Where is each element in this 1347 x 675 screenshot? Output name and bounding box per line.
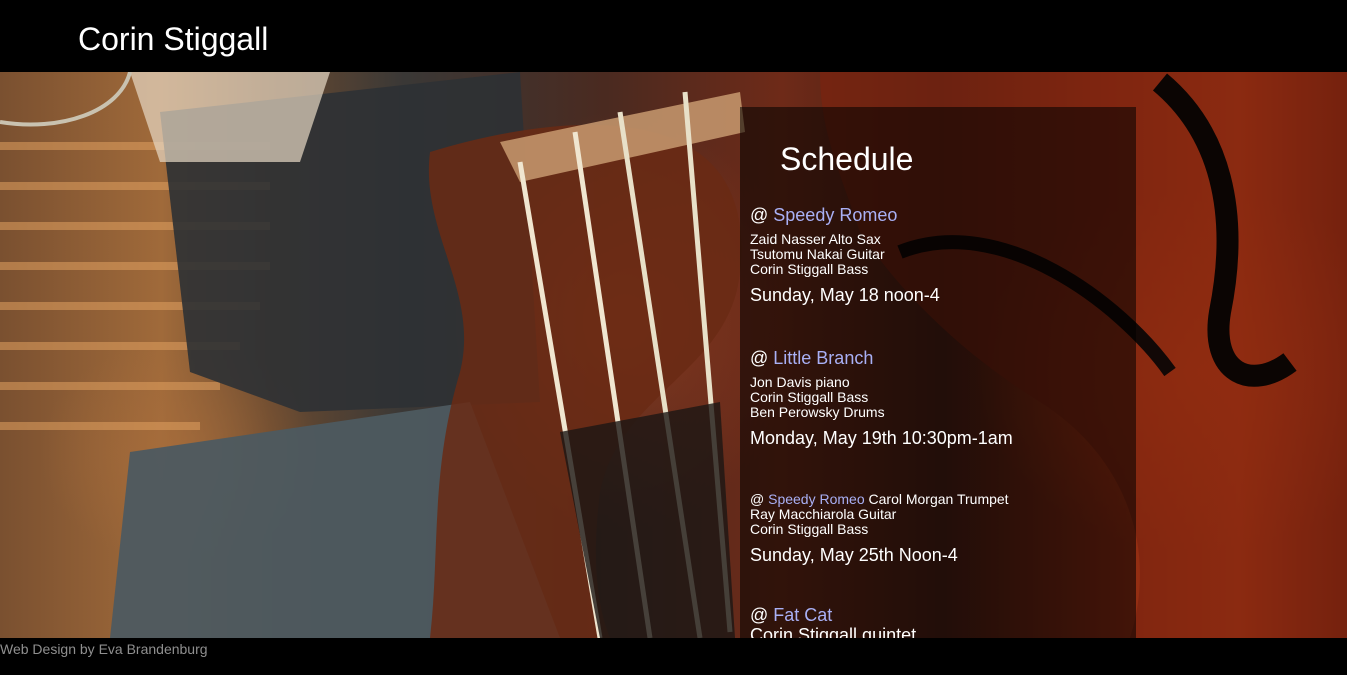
gig-date: Sunday, May 25th Noon-4	[750, 545, 958, 565]
bass-illustration	[0, 72, 1347, 638]
at-sign: @	[750, 491, 769, 507]
lineup-player: Ray Macchiarola Guitar	[750, 506, 897, 522]
gig-date: Sunday, May 18 noon-4	[750, 285, 940, 305]
venue-link[interactable]: Little Branch	[773, 348, 873, 368]
hero-photo-double-bass	[0, 72, 1347, 638]
gig-item: @ Speedy Romeo Carol Morgan Trumpet Ray …	[750, 492, 1130, 566]
lineup-player: Corin Stiggall Bass	[750, 261, 869, 277]
gig-venue-line: @ Speedy Romeo Carol Morgan Trumpet	[750, 492, 1130, 507]
site-footer: Web Design by Eva Brandenburg	[0, 638, 1347, 675]
at-sign: @	[750, 605, 774, 625]
lineup-player: Ben Perowsky Drums	[750, 404, 885, 420]
venue-link[interactable]: Speedy Romeo	[773, 205, 897, 225]
gig-date: Monday, May 19th 10:30pm-1am	[750, 428, 1013, 448]
schedule-title: Schedule	[780, 141, 914, 177]
at-sign: @	[750, 205, 774, 225]
gig-lineup: Ray Macchiarola Guitar Corin Stiggall Ba…	[750, 507, 1130, 537]
lineup-player: Carol Morgan Trumpet	[864, 491, 1009, 507]
lineup-player: Zaid Nasser Alto Sax	[750, 231, 881, 247]
gig-item: @ Little Branch Jon Davis piano Corin St…	[750, 348, 1130, 448]
venue-link[interactable]: Fat Cat	[773, 605, 832, 625]
site-title[interactable]: Corin Stiggall	[78, 20, 268, 58]
gig-item: @ Fat Cat Corin Stiggall quintet	[750, 605, 1130, 638]
lineup-player: Jon Davis piano	[750, 374, 850, 390]
site-header: Corin Stiggall	[0, 0, 1347, 72]
venue-link[interactable]: Speedy Romeo	[768, 491, 865, 507]
lineup-player: Tsutomu Nakai Guitar	[750, 246, 885, 262]
gig-lineup: Zaid Nasser Alto Sax Tsutomu Nakai Guita…	[750, 232, 1130, 277]
schedule-panel: Schedule @ Speedy Romeo Zaid Nasser Alto…	[740, 107, 1136, 638]
gig-item: @ Speedy Romeo Zaid Nasser Alto Sax Tsut…	[750, 205, 1130, 305]
gig-venue-line: @ Little Branch	[750, 348, 1130, 368]
at-sign: @	[750, 348, 774, 368]
gig-lineup: Corin Stiggall quintet	[750, 625, 917, 638]
gig-venue-line: @ Speedy Romeo	[750, 205, 1130, 225]
design-credit: Web Design by Eva Brandenburg	[0, 641, 208, 657]
lineup-player: Corin Stiggall Bass	[750, 389, 869, 405]
page: Corin Stiggall Schedule @ Speedy Romeo Z…	[0, 0, 1347, 675]
gig-venue-line: @ Fat Cat	[750, 605, 1130, 625]
gig-lineup: Jon Davis piano Corin Stiggall Bass Ben …	[750, 375, 1130, 420]
lineup-player: Corin Stiggall Bass	[750, 521, 869, 537]
